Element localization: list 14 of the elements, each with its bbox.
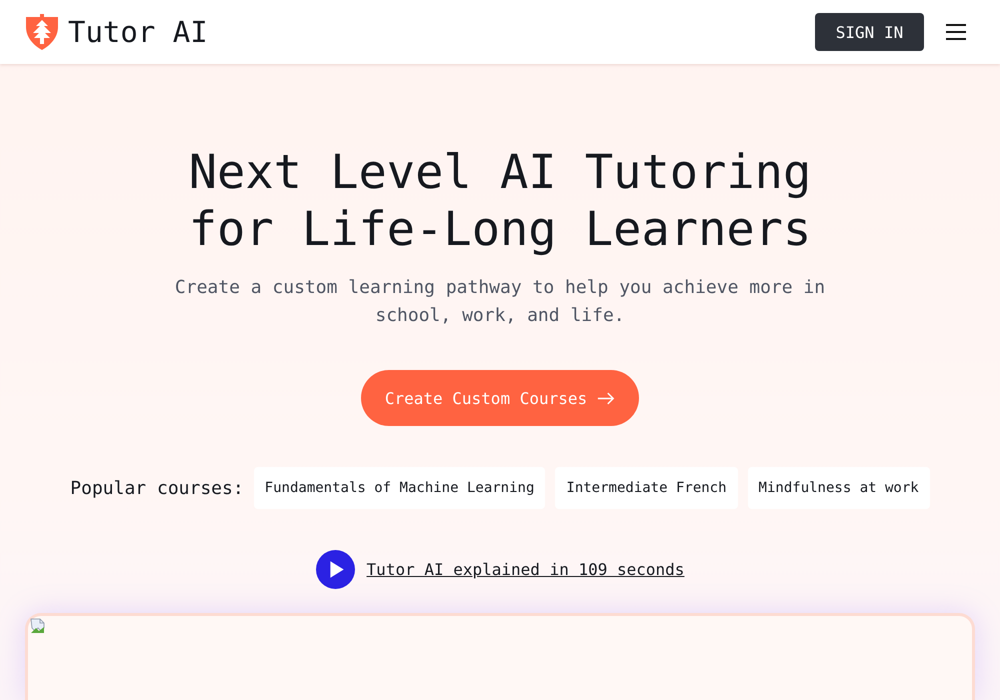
popular-courses-label: Popular courses: — [70, 478, 244, 498]
course-chip[interactable]: Intermediate French — [555, 467, 738, 509]
arrow-right-icon — [597, 392, 616, 404]
hero-title: Next Level AI Tutoring for Life-Long Learners — [188, 144, 812, 258]
sign-in-button[interactable]: SIGN IN — [815, 13, 924, 51]
logo-text[interactable]: Tutor AI — [68, 15, 208, 49]
menu-icon[interactable] — [946, 24, 966, 40]
video-link[interactable]: Tutor AI explained in 109 seconds — [366, 560, 684, 579]
hero-subtitle: Create a custom learning pathway to help you achieve more in school, work, and life. — [174, 276, 826, 328]
shield-logo-icon — [24, 14, 60, 50]
course-chip[interactable]: Mindfulness at work — [748, 467, 930, 509]
play-icon[interactable] — [316, 550, 355, 589]
broken-image-icon — [30, 618, 46, 634]
course-chip[interactable]: Fundamentals of Machine Learning — [254, 467, 546, 509]
